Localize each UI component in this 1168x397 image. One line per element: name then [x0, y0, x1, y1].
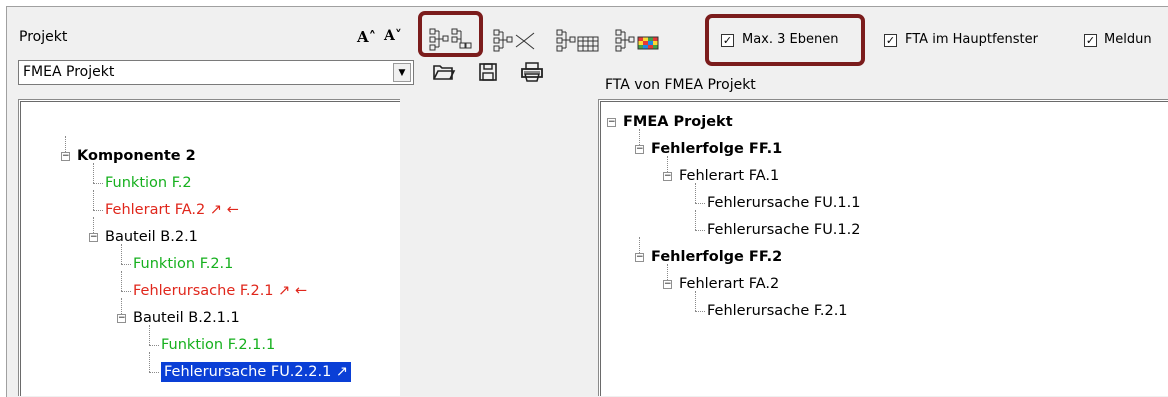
- chevron-down-icon[interactable]: ▼: [393, 63, 411, 82]
- tree-connector: [93, 210, 103, 211]
- font-smaller-button[interactable]: A˅: [384, 28, 402, 44]
- folder-open-icon: [433, 65, 456, 80]
- tree-expander-icon[interactable]: −: [61, 152, 70, 161]
- tree-expander-icon[interactable]: −: [635, 145, 644, 154]
- tree-node[interactable]: Komponente 2: [77, 146, 196, 166]
- tree-connector: [121, 244, 122, 264]
- tree-node[interactable]: Fehlerfolge FF.2: [651, 247, 782, 267]
- font-bigger-button[interactable]: A˄: [357, 28, 376, 46]
- project-combo[interactable]: FMEA Projekt ▼: [18, 60, 414, 85]
- tree-connector: [93, 163, 94, 183]
- messages-checkbox[interactable]: ✓: [1084, 34, 1097, 47]
- tree-connector: [695, 230, 705, 231]
- tree-expander-icon[interactable]: −: [89, 233, 98, 242]
- tree-connector: [667, 156, 668, 172]
- tree-connector: [695, 291, 696, 311]
- fmea-tree-panel[interactable]: − Komponente 2 Funktion F.2 Fehlerart FA.2 …: [18, 99, 400, 396]
- open-button[interactable]: [432, 61, 456, 83]
- tree-node[interactable]: Fehlerursache F.2.1: [707, 301, 848, 321]
- printer-icon: [521, 62, 543, 82]
- fta-matrix-button[interactable]: [614, 27, 664, 55]
- tree-connector: [121, 264, 131, 265]
- tree-connector: [695, 311, 705, 312]
- tree-connector: [149, 372, 159, 373]
- tree-connector: [93, 183, 103, 184]
- tree-node[interactable]: Funktion F.2.1.1: [161, 335, 275, 355]
- tree-node[interactable]: Fehlerursache FU.1.2: [707, 220, 860, 240]
- save-button[interactable]: [477, 61, 499, 83]
- tree-connector: [93, 217, 94, 233]
- fta-tree-panel[interactable]: − FMEA Projekt − Fehlerfolge FF.1− Fehlerart…: [598, 99, 1168, 396]
- tree-expander-icon[interactable]: −: [663, 172, 672, 181]
- tree-connector: [149, 352, 150, 372]
- tree-connector: [121, 291, 131, 292]
- tree-node[interactable]: Fehlerart FA.2 ↗ ←: [105, 200, 239, 220]
- tree-node[interactable]: Funktion F.2.1: [133, 254, 233, 274]
- fta-network-icon: [493, 29, 535, 52]
- fta-table-button[interactable]: [555, 27, 601, 55]
- fta-network-button[interactable]: [492, 27, 538, 55]
- project-combo-value: FMEA Projekt: [23, 64, 115, 80]
- tree-expander-icon[interactable]: −: [117, 314, 126, 323]
- tree-connector: [149, 325, 150, 345]
- fta-color-matrix-icon: [615, 29, 659, 52]
- print-button[interactable]: [519, 60, 545, 84]
- project-label: Projekt: [19, 29, 68, 45]
- tree-expander-icon[interactable]: −: [607, 118, 616, 127]
- fmea-tree: − Komponente 2 Funktion F.2 Fehlerart FA.2 …: [19, 100, 401, 397]
- tree-connector: [639, 129, 640, 145]
- fta-table-icon: [556, 29, 599, 52]
- fta-title: FTA von FMEA Projekt: [605, 77, 756, 93]
- tree-connector: [65, 136, 66, 152]
- tree-node[interactable]: Fehlerursache FU.2.2.1 ↗: [159, 361, 353, 383]
- tree-node[interactable]: Fehlerfolge FF.1: [651, 139, 782, 159]
- fta-tree-button-highlight: [418, 11, 483, 57]
- tree-expander-icon[interactable]: −: [663, 280, 672, 289]
- save-disk-icon: [479, 63, 497, 81]
- tree-node[interactable]: Fehlerursache FU.1.1: [707, 193, 860, 213]
- messages-label: Meldun: [1104, 32, 1152, 47]
- tree-connector: [149, 345, 159, 346]
- fta-tree: − FMEA Projekt − Fehlerfolge FF.1− Fehlerart…: [599, 100, 1168, 397]
- max-levels-label: Max. 3 Ebenen: [742, 32, 839, 47]
- tree-connector: [695, 203, 705, 204]
- fta-main-window-checkbox[interactable]: ✓: [884, 34, 897, 47]
- tree-connector: [667, 264, 668, 280]
- tree-connector: [695, 210, 696, 230]
- fta-main-window-label: FTA im Hauptfenster: [905, 32, 1038, 47]
- max-levels-checkbox[interactable]: ✓: [721, 34, 734, 47]
- tree-connector: [695, 183, 696, 203]
- tree-node[interactable]: Fehlerursache F.2.1 ↗ ←: [133, 281, 307, 301]
- tree-connector: [121, 271, 122, 291]
- tree-node[interactable]: Bauteil B.2.1: [105, 227, 198, 247]
- tree-connector: [93, 190, 94, 210]
- tree-expander-icon[interactable]: −: [635, 253, 644, 262]
- tree-connector: [121, 298, 122, 314]
- tree-node[interactable]: Funktion F.2: [105, 173, 192, 193]
- tree-connector: [639, 237, 640, 253]
